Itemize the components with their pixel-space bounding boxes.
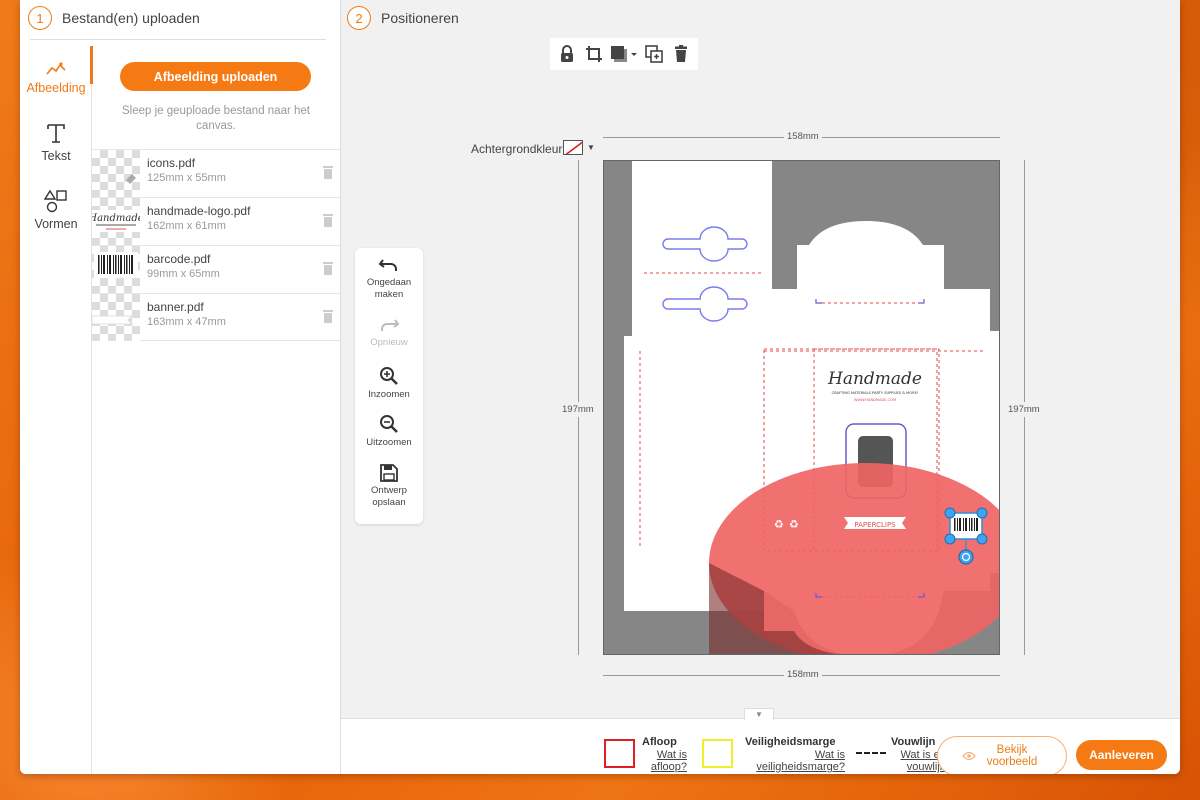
legend-title-veiligheidsmarge: Veiligheidsmarge	[745, 736, 836, 748]
tool-label: Inzoomen	[368, 389, 410, 400]
file-name: banner.pdf	[147, 300, 204, 314]
width-dimension-bottom: 158mm	[784, 669, 822, 680]
step-number: 2	[347, 6, 371, 30]
object-toolbar	[550, 38, 698, 70]
file-size: 99mm x 65mm	[147, 268, 220, 280]
recycle-icon: ♻	[774, 518, 784, 531]
logo-url: WWW.HANDMADE.COM	[854, 398, 896, 402]
tool-tabs: Afbeelding Tekst Vormen	[20, 46, 93, 774]
banner-text: PAPERCLIPS	[854, 521, 896, 529]
tool-label: Ongedaan maken	[366, 277, 412, 300]
layer-order-icon[interactable]	[610, 43, 638, 65]
redo-button[interactable]: Opnieuw	[355, 318, 423, 349]
trash-icon[interactable]	[322, 261, 334, 276]
preview-button[interactable]: Bekijk voorbeeld	[937, 736, 1067, 774]
height-dimension-left: 197mm	[562, 402, 594, 417]
file-name: icons.pdf	[147, 156, 196, 170]
tab-label: Afbeelding	[26, 81, 86, 95]
logo-title: Handmade	[827, 369, 922, 389]
file-item[interactable]: icons.pdf 125mm x 55mm	[92, 149, 340, 197]
chevron-down-icon[interactable]: ▼	[587, 143, 595, 152]
preview-label: Bekijk voorbeeld	[986, 744, 1038, 768]
file-name: handmade-logo.pdf	[147, 204, 251, 218]
upload-panel: 1 Bestand(en) uploaden Afbeelding Tekst	[20, 0, 341, 774]
fold-line-swatch	[856, 752, 886, 754]
undo-button[interactable]: Ongedaan maken	[355, 258, 423, 301]
divider	[30, 39, 326, 40]
step-title: Positioneren	[381, 10, 459, 26]
deliver-button[interactable]: Aanleveren	[1076, 740, 1167, 770]
width-dimension-top: 158mm	[784, 131, 822, 142]
file-size: 163mm x 47mm	[147, 316, 226, 328]
file-name: barcode.pdf	[147, 252, 211, 266]
save-icon	[380, 464, 398, 482]
what-is-bleed-link[interactable]: Wat is afloop?	[637, 749, 687, 773]
file-thumbnail	[92, 294, 140, 341]
side-tools: Ongedaan maken Opnieuw Inzoomen Uitzoome…	[355, 248, 423, 524]
save-design-button[interactable]: Ontwerp opslaan	[355, 464, 423, 509]
what-is-safety-margin-link[interactable]: Wat is veiligheidsmarge?	[737, 749, 845, 773]
upload-image-button[interactable]: Afbeelding uploaden	[120, 62, 311, 91]
step-number: 1	[28, 6, 52, 30]
eye-icon	[962, 751, 976, 761]
file-item[interactable]: Handmade handmade-logo.pdf 162mm x 61mm	[92, 197, 340, 245]
zoom-in-button[interactable]: Inzoomen	[355, 366, 423, 401]
background-color-swatch[interactable]	[563, 140, 583, 155]
file-thumbnail	[92, 246, 140, 293]
trash-icon[interactable]	[322, 165, 334, 180]
image-line-icon	[46, 62, 66, 75]
lock-icon[interactable]	[556, 43, 578, 65]
zoom-out-button[interactable]: Uitzoomen	[355, 414, 423, 449]
trash-icon[interactable]	[322, 309, 334, 324]
step-1-header: 1 Bestand(en) uploaden	[28, 6, 200, 30]
tool-label: Ontwerp opslaan	[371, 485, 407, 508]
file-thumbnail	[92, 150, 140, 197]
crop-icon[interactable]	[583, 43, 605, 65]
undo-icon	[379, 259, 397, 271]
file-item[interactable]: banner.pdf 163mm x 47mm	[92, 293, 340, 341]
file-size: 125mm x 55mm	[147, 172, 226, 184]
svg-text:Handmade: Handmade	[92, 213, 140, 224]
bleed-swatch	[604, 739, 635, 768]
logo-tagline: CRAFTING MATERIALS PARTY SUPPLIES & MORE…	[832, 391, 919, 395]
step-2-header: 2 Positioneren	[347, 6, 459, 30]
safety-margin-swatch	[702, 739, 733, 768]
drop-hint: Sleep je geuploade bestand naar het canv…	[122, 105, 310, 132]
shapes-icon	[44, 189, 67, 213]
tab-tekst[interactable]: Tekst	[20, 110, 92, 174]
tab-label: Tekst	[41, 149, 71, 163]
delete-icon[interactable]	[670, 43, 692, 65]
collapse-toggle[interactable]: ▼	[744, 708, 774, 720]
file-thumbnail: Handmade	[92, 198, 140, 245]
file-size: 162mm x 61mm	[147, 220, 226, 232]
file-list: icons.pdf 125mm x 55mm Handmade handmade…	[92, 149, 340, 341]
tab-vormen[interactable]: Vormen	[20, 178, 92, 242]
tab-label: Vormen	[34, 217, 78, 231]
trash-icon[interactable]	[322, 213, 334, 228]
redo-icon	[381, 319, 399, 331]
tool-label: Uitzoomen	[366, 437, 412, 448]
app-window: 1 Bestand(en) uploaden Afbeelding Tekst	[20, 0, 1180, 774]
legend-title-afloop: Afloop	[642, 736, 677, 748]
tab-afbeelding[interactable]: Afbeelding	[20, 46, 93, 110]
height-dimension-right: 197mm	[1008, 402, 1040, 417]
duplicate-icon[interactable]	[643, 43, 665, 65]
zoom-out-icon	[380, 415, 398, 433]
tool-label: Opnieuw	[370, 337, 408, 348]
legend-title-vouwlijn: Vouwlijn	[891, 736, 936, 748]
bottom-bar: ▼ Afloop Wat is afloop? Veiligheidsmarge…	[341, 708, 1180, 774]
position-panel: 2 Positioneren Achtergrondkleur ▼ 158mm …	[341, 0, 1180, 718]
file-item[interactable]: barcode.pdf 99mm x 65mm	[92, 245, 340, 293]
zoom-in-icon	[380, 367, 398, 385]
design-canvas[interactable]: Handmade CRAFTING MATERIALS PARTY SUPPLI…	[603, 160, 1000, 655]
text-t-icon	[47, 124, 65, 143]
step-title: Bestand(en) uploaden	[62, 10, 200, 26]
svg-text:♻: ♻	[789, 518, 799, 531]
background-color-label: Achtergrondkleur	[471, 142, 563, 156]
